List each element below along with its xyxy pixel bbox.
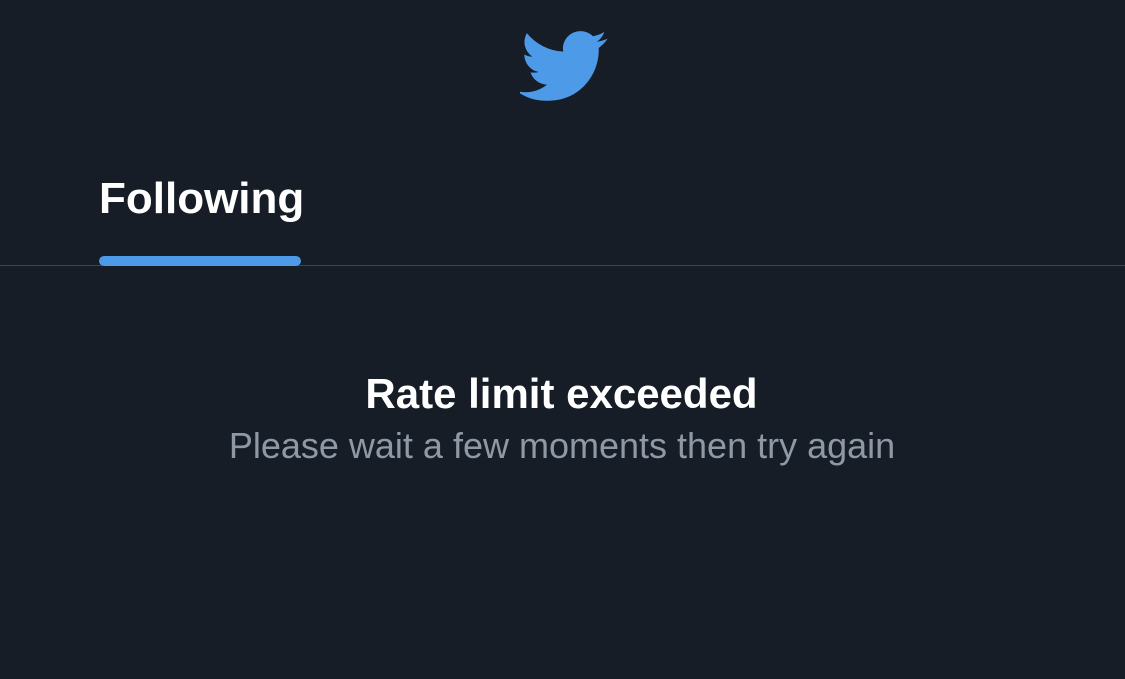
- error-title: Rate limit exceeded: [365, 370, 758, 417]
- active-tab-indicator: [99, 256, 301, 266]
- tab-following-label: Following: [99, 174, 305, 223]
- tab-following[interactable]: Following: [99, 176, 304, 222]
- error-subtitle: Please wait a few moments then try again: [228, 425, 896, 466]
- timeline-tabs: u Following: [0, 150, 1125, 266]
- twitter-bird-icon[interactable]: [520, 30, 608, 104]
- twitter-bird-icon-svg: [520, 31, 608, 101]
- error-message: Rate limit exceeded Please wait a few mo…: [0, 366, 1125, 470]
- app-screen: u Following Rate limit exceeded Please w…: [0, 0, 1125, 679]
